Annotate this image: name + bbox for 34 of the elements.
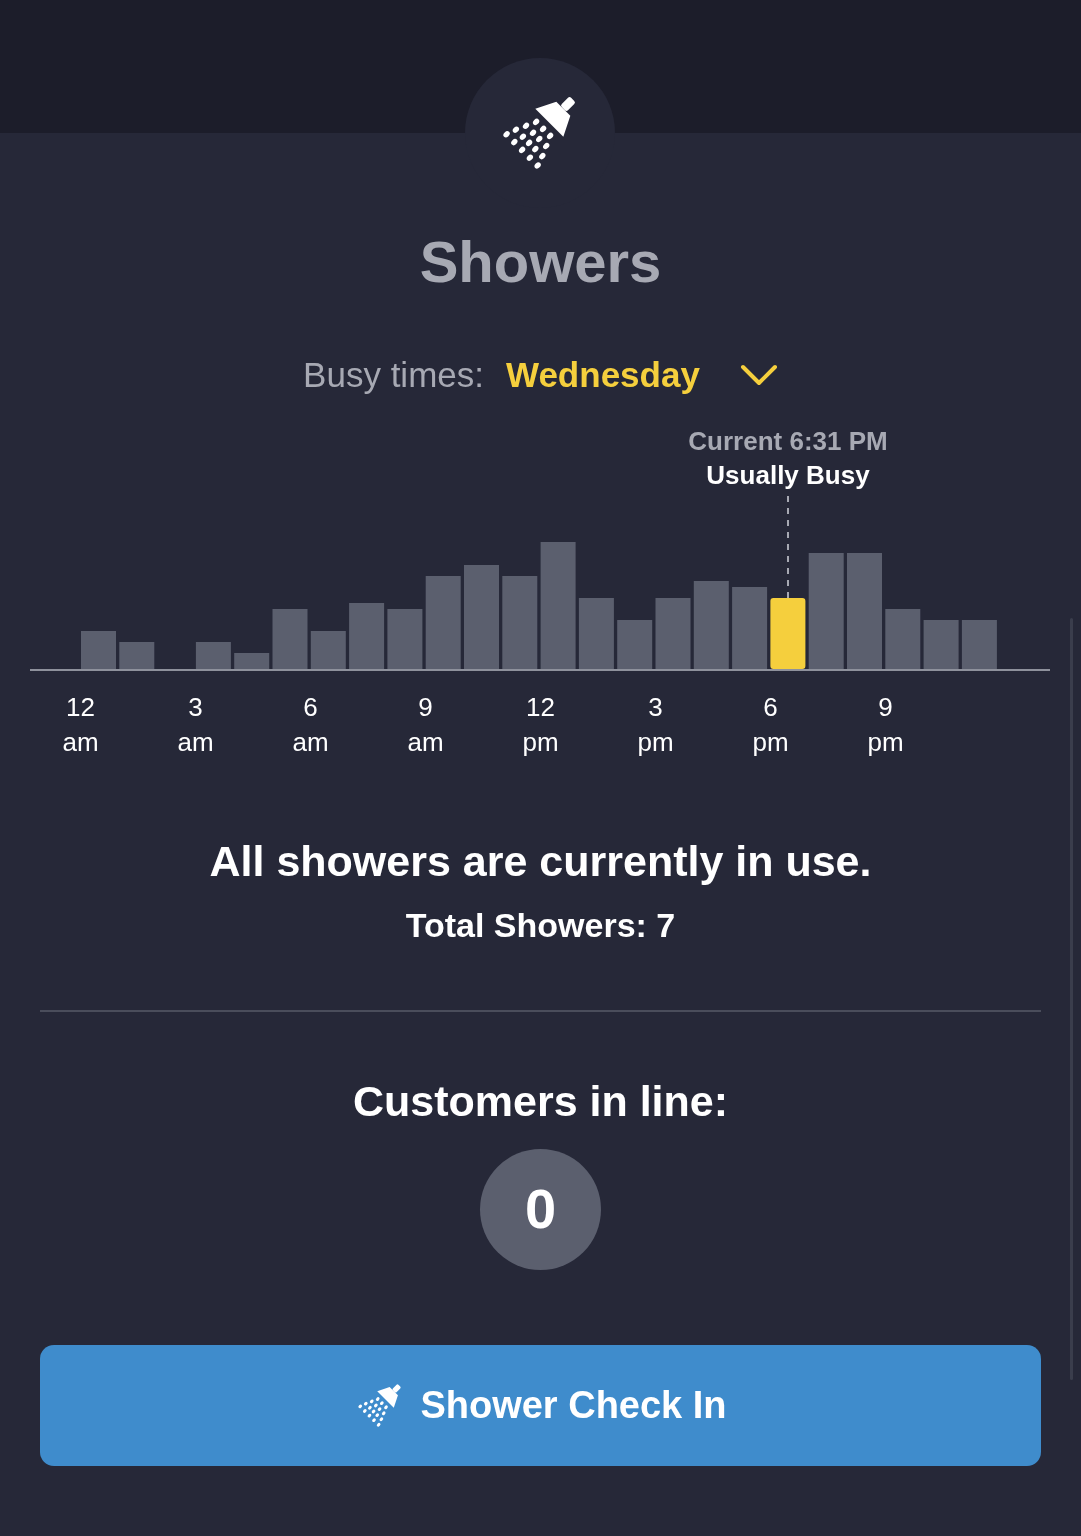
status-message: All showers are currently in use. [209,839,872,883]
busy-status-label: Usually Busy [706,458,870,492]
hour-bar [234,652,270,669]
day-dropdown[interactable]: Wednesday [506,349,778,402]
hour-bar [81,630,116,669]
check-in-button[interactable]: Shower Check In [40,1344,1041,1466]
hour-bar [578,597,614,669]
hour-label: 6 pm [751,690,790,759]
page-title: Showers [419,233,662,291]
hour-label: 3 am [176,690,215,759]
queue-count: 0 [480,1148,601,1270]
current-hour-bar [770,597,806,669]
hour-label: 12 am [61,690,100,759]
hour-label: 12 pm [521,690,560,759]
hour-label: 3 pm [636,690,675,759]
hour-bar [961,619,997,669]
hour-bar [272,608,308,669]
hour-bar [655,597,691,669]
chevron-down-icon [739,364,778,387]
hour-bar [617,619,653,669]
hour-bar [119,641,155,669]
hour-label: 9 am [406,690,445,759]
hour-bar [349,602,385,669]
hour-label: 9 pm [866,690,905,759]
busy-times-label: Busy times: [303,354,484,396]
hour-bar [310,630,346,669]
hour-label: 6 am [291,690,330,759]
hour-bar [387,608,423,669]
hour-bar [195,641,231,669]
total-showers: Total Showers: 7 [405,907,676,942]
hour-bar [923,619,959,669]
queue-label: Customers in line: [352,1079,729,1123]
current-time-label: Current 6:31 PM [688,424,888,458]
hour-bar [885,608,921,669]
